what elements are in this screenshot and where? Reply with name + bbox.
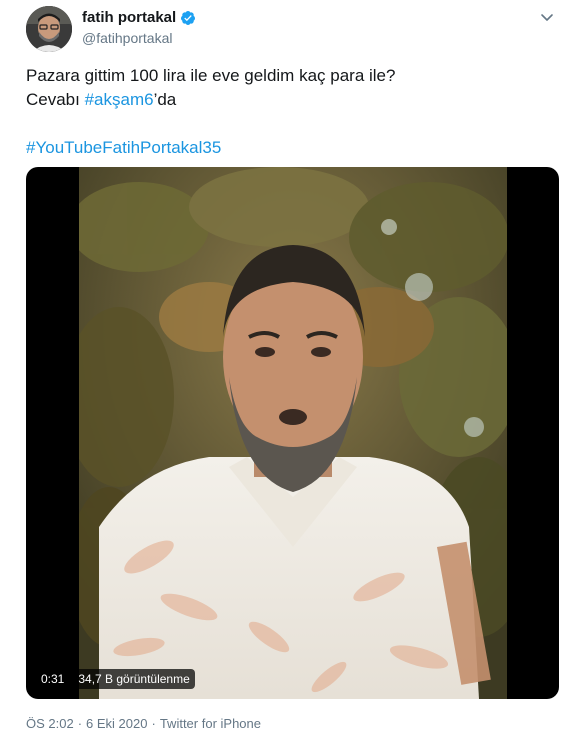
tweet-header: fatih portakal @fatihportakal bbox=[26, 6, 556, 54]
video-duration: 0:31 bbox=[36, 669, 70, 689]
author-handle[interactable]: @fatihportakal bbox=[82, 30, 196, 46]
tweet-footer: ÖS 2:02 · 6 Eki 2020 · Twitter for iPhon… bbox=[26, 716, 261, 731]
hashtag-youtube[interactable]: #YouTubeFatihPortakal35 bbox=[26, 138, 221, 157]
text-spacer bbox=[26, 112, 556, 136]
tweet-text-line-1: Pazara gittim 100 lira ile eve geldim ka… bbox=[26, 66, 396, 85]
tweet-source[interactable]: Twitter for iPhone bbox=[160, 716, 261, 731]
chevron-down-icon[interactable] bbox=[538, 8, 556, 26]
tweet-text-line-2: Cevabı #akşam6’da bbox=[26, 88, 556, 112]
tweet-card: fatih portakal @fatihportakal Pazara git… bbox=[0, 0, 577, 739]
footer-separator: · bbox=[77, 716, 83, 731]
tweet-text-suffix: ’da bbox=[153, 90, 177, 109]
tweet-time[interactable]: ÖS 2:02 bbox=[26, 716, 74, 731]
avatar-image bbox=[26, 6, 72, 52]
tweet-date[interactable]: 6 Eki 2020 bbox=[86, 716, 147, 731]
display-name[interactable]: fatih portakal bbox=[82, 9, 176, 26]
display-name-row: fatih portakal bbox=[82, 9, 196, 26]
author-names: fatih portakal @fatihportakal bbox=[82, 9, 196, 46]
tweet-text: Pazara gittim 100 lira ile eve geldim ka… bbox=[26, 64, 556, 160]
avatar[interactable] bbox=[26, 6, 72, 52]
video-views: 34,7 B görüntülenme bbox=[73, 669, 195, 689]
tweet-text-line-3: #YouTubeFatihPortakal35 bbox=[26, 136, 556, 160]
video-player[interactable]: 0:31 34,7 B görüntülenme bbox=[26, 167, 559, 699]
tweet-text-prefix: Cevabı bbox=[26, 90, 85, 109]
verified-badge-icon bbox=[180, 10, 196, 26]
hashtag-aksam6[interactable]: #akşam6 bbox=[85, 90, 154, 109]
footer-separator-2: · bbox=[151, 716, 156, 731]
video-thumbnail bbox=[79, 167, 507, 699]
video-overlay: 0:31 34,7 B görüntülenme bbox=[36, 669, 195, 689]
